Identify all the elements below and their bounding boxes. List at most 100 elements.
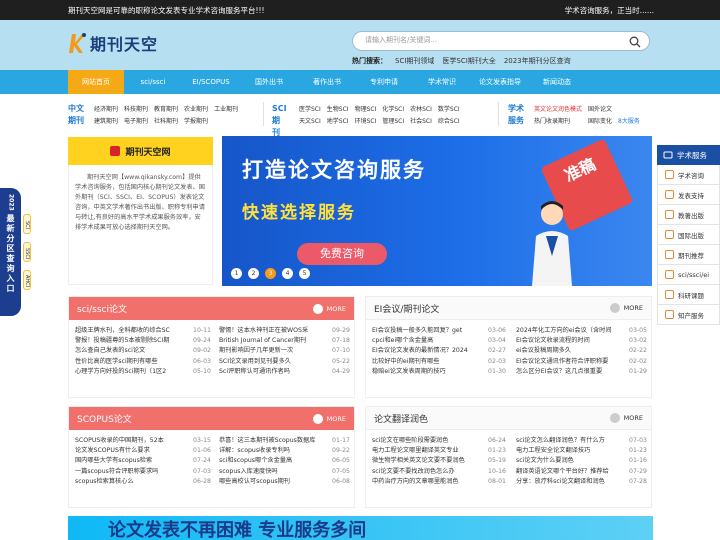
nav-sci[interactable]: sci/ssci	[124, 70, 182, 94]
hot-search-item[interactable]: 2023年期刊分区查询	[504, 56, 571, 66]
more-link[interactable]: MORE	[609, 303, 643, 313]
nav-guide[interactable]: 论文发表指导	[472, 70, 528, 94]
sidebar-item[interactable]: 发表支持	[657, 185, 720, 205]
cat-link[interactable]: 热门收录期刊	[534, 117, 582, 126]
list-item[interactable]: 电力工程安全论文翻译技巧 01-23	[516, 446, 647, 456]
cat-link[interactable]: 医学SCI	[299, 105, 321, 114]
list-item[interactable]: 怎么查自己发表的sci论文 09-02	[75, 346, 211, 356]
list-item[interactable]: sci论文怎么翻译润色？有什么方 07-03	[516, 436, 647, 446]
carousel-dot[interactable]: 5	[299, 268, 310, 279]
list-item[interactable]: EI会议论文通讯作者符合评职称要 02-02	[516, 357, 647, 367]
list-item[interactable]: 哪些高校认可scopus期刊 06-08	[219, 477, 350, 487]
cat-link[interactable]: 建筑期刊	[94, 117, 118, 126]
list-item[interactable]: sci论文要不要找改润色怎么办 10-16	[372, 467, 506, 477]
list-item[interactable]: sci论文在哪些阶段需要润色 06-24	[372, 436, 506, 446]
cat-link[interactable]: 生物SCI	[327, 105, 349, 114]
cat-link[interactable]: 科技期刊	[124, 105, 148, 114]
list-item[interactable]: 怎么区分EI会议？这几点很重要 01-29	[516, 367, 647, 377]
cat-link[interactable]: 工业期刊	[214, 105, 238, 114]
sidebar-item[interactable]: 学术咨询	[657, 165, 720, 185]
cat-link[interactable]: 农林SCI	[410, 105, 432, 114]
list-item[interactable]: 论文发SCOPUS有什么要求 01-06	[75, 446, 211, 456]
cat-link[interactable]: 数学SCI	[438, 105, 460, 114]
carousel-dot[interactable]: 4	[282, 268, 293, 279]
list-item[interactable]: 分享：放疗科sci论文翻译和润色 07-28	[516, 477, 647, 487]
list-item[interactable]: SCI论文录用到见刊要多久 05-22	[219, 357, 350, 367]
free-consult-button[interactable]: 免费咨询	[297, 243, 387, 265]
list-item[interactable]: scopus入库速度快吗 07-05	[219, 467, 350, 477]
list-item[interactable]: EI会议投稿一般多久能回复？get 03-06	[372, 326, 506, 336]
hot-search-item[interactable]: SCI期刊领域	[395, 56, 434, 66]
cat-link[interactable]: 教育期刊	[154, 105, 178, 114]
list-item[interactable]: 超级王牌水刊，全科都收的综合SC 10-11	[75, 326, 211, 336]
list-item[interactable]: 期刊影响因子几年更新一次 07-10	[219, 346, 350, 356]
carousel-dot-active[interactable]: 3	[265, 268, 276, 279]
cat-link[interactable]: 管理SCI	[382, 117, 404, 126]
list-item[interactable]: 警报！投稿疆尊的5本被剔除SCI期 09-24	[75, 336, 211, 346]
sidebar-item[interactable]: 国际出版	[657, 225, 720, 245]
list-item[interactable]: 一篇scopus符合评职称要求吗 07-03	[75, 467, 211, 477]
list-item[interactable]: 电力工程论文哪里翻译英文专业 01-23	[372, 446, 506, 456]
list-item[interactable]: 详解：scopus收录专利吗 09-22	[219, 446, 350, 456]
list-item[interactable]: 国内哪些大学有scopus检索 07-24	[75, 456, 211, 466]
cat-link[interactable]: 农业期刊	[184, 105, 208, 114]
list-item[interactable]: 性价比高的医学sci期刊有哪些 06-03	[75, 357, 211, 367]
nav-patent[interactable]: 专利申请	[356, 70, 412, 94]
nav-news[interactable]: 新闻动态	[528, 70, 586, 94]
cat-link[interactable]: 社会SCI	[410, 117, 432, 126]
search-icon[interactable]	[629, 36, 641, 48]
list-item[interactable]: EI会议论文收录流程的时间 03-02	[516, 336, 647, 346]
list-item[interactable]: 翻译英语论文哪个平台好？推荐给 07-29	[516, 467, 647, 477]
cat-link[interactable]: 化学SCI	[382, 105, 404, 114]
list-item[interactable]: scopus检索算核心么 06-28	[75, 477, 211, 487]
site-logo[interactable]: 期刊天空	[68, 29, 158, 57]
cat-link[interactable]: 物理SCI	[355, 105, 377, 114]
search-input[interactable]	[365, 36, 615, 44]
cat-link[interactable]: 经济期刊	[94, 105, 118, 114]
partition-query-badge[interactable]: 2023 最新分区查询入口	[0, 188, 21, 316]
cat-link[interactable]: 地学SCI	[327, 117, 349, 126]
list-item[interactable]: sci和scopus哪个含金量高 06-05	[219, 456, 350, 466]
more-link[interactable]: MORE	[312, 413, 346, 424]
list-item[interactable]: 稳赔ei论文发表周期的技巧 01-30	[372, 367, 506, 377]
hero-banner[interactable]: 打造论文咨询服务 快速选择服务 准稿 免费咨询 1 2 3 4 5	[222, 136, 652, 286]
list-item[interactable]: 微生物学相关英文论文要不要润色 05-19	[372, 456, 506, 466]
hot-search-item[interactable]: 医学SCI期刊大全	[442, 56, 495, 66]
cat-link[interactable]: 电子期刊	[124, 117, 148, 126]
nav-knowledge[interactable]: 学术常识	[412, 70, 472, 94]
list-item[interactable]: SCOPUS收录的中国期刊，52本 03-15	[75, 436, 211, 446]
list-item[interactable]: 恭喜！这三本期刊被Scopus数据库 01-17	[219, 436, 350, 446]
sidebar-item[interactable]: 科研课题	[657, 285, 720, 305]
bottom-banner[interactable]: 论文发表不再困难 专业服务多间	[68, 516, 653, 540]
sidebar-item[interactable]: 教著出版	[657, 205, 720, 225]
cat-link[interactable]: 国际变化	[588, 117, 612, 126]
list-item[interactable]: EI会议论文发表的最新情况？2024 02-27	[372, 346, 506, 356]
list-item[interactable]: 心理学方向好投的Sci期刊（1区2 05-10	[75, 367, 211, 377]
list-item[interactable]: cpci和ei哪个含金量高 03-04	[372, 336, 506, 346]
more-link[interactable]: MORE	[312, 303, 346, 314]
nav-home[interactable]: 网站首页	[68, 70, 124, 94]
cat-link[interactable]: 环境SCI	[355, 117, 377, 126]
list-item[interactable]: British Journal of Cancer期刊 07-18	[219, 336, 350, 346]
list-item[interactable]: ei会议投稿周期多久 02-22	[516, 346, 647, 356]
carousel-dot[interactable]: 2	[248, 268, 259, 279]
cat-link[interactable]: 英文论文润色模式	[534, 105, 582, 114]
tab-ssci[interactable]: SSCI	[23, 242, 31, 262]
more-link[interactable]: MORE	[609, 413, 643, 423]
nav-overseas-book[interactable]: 国外出书	[240, 70, 298, 94]
sidebar-item[interactable]: sci/ssci/ei	[657, 265, 720, 285]
list-item[interactable]: Sci评职称认可通讯作者吗 04-29	[219, 367, 350, 377]
list-item[interactable]: sci论文为什么要润色 01-16	[516, 456, 647, 466]
sidebar-item[interactable]: 知产服务	[657, 305, 720, 325]
tab-sci[interactable]: SCI	[23, 214, 31, 234]
cat-link[interactable]: 综合SCI	[438, 117, 460, 126]
sidebar-item[interactable]: 期刊推荐	[657, 245, 720, 265]
list-item[interactable]: 比较好中的ei期刊有哪些 02-03	[372, 357, 506, 367]
nav-book[interactable]: 著作出书	[298, 70, 356, 94]
cat-link[interactable]: 国外论文	[588, 105, 612, 114]
list-item[interactable]: 2024年化工方向的ei会议（含时间 03-05	[516, 326, 647, 336]
carousel-dot[interactable]: 1	[231, 268, 242, 279]
cat-link[interactable]: 8大服务	[618, 117, 640, 126]
nav-ei[interactable]: EI/SCOPUS	[182, 70, 240, 94]
list-item[interactable]: 警惕！这本水神刊正在被WOS采 09-29	[219, 326, 350, 336]
